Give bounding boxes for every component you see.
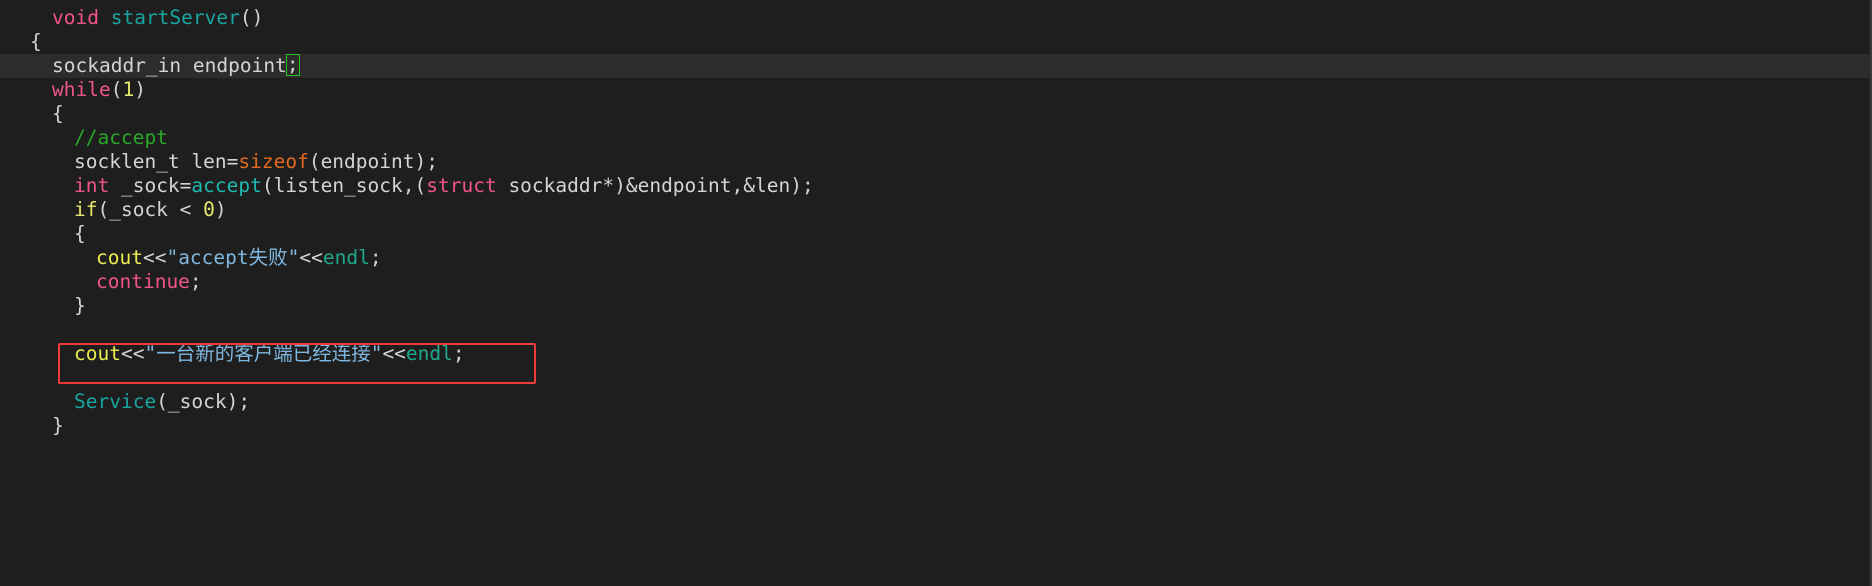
- token-punct: ): [214, 198, 227, 221]
- code-line-18[interactable]: }: [0, 414, 1872, 438]
- code-line-text: int _sock=accept(listen_sock,(struct soc…: [0, 174, 814, 198]
- token-punct: {: [52, 102, 64, 125]
- code-line-17[interactable]: Service(_sock);: [0, 390, 1872, 414]
- code-line-9[interactable]: if(_sock < 0): [0, 198, 1872, 222]
- code-line-16[interactable]: [0, 366, 1872, 390]
- token-punct: <<: [299, 246, 323, 269]
- token-punct: <<: [120, 342, 145, 365]
- code-line-text: //accept: [0, 126, 168, 150]
- token-num: 0: [203, 198, 215, 221]
- code-line-6[interactable]: //accept: [0, 126, 1872, 150]
- token-fn: Service: [74, 390, 157, 413]
- token-plain: socklen_t len=: [74, 150, 239, 173]
- code-line-5[interactable]: {: [0, 102, 1872, 126]
- token-plain: sockaddr_in endpoint: [52, 54, 287, 77]
- token-punct: [191, 198, 203, 221]
- code-line-text: socklen_t len=sizeof(endpoint);: [0, 150, 438, 174]
- code-line-text: {: [0, 102, 64, 126]
- code-line-8[interactable]: int _sock=accept(listen_sock,(struct soc…: [0, 174, 1872, 198]
- token-endl: endl: [322, 246, 370, 269]
- token-num: 1: [122, 78, 135, 101]
- token-bracket-match: ;: [285, 53, 300, 76]
- token-punct: (listen_sock,(: [261, 174, 427, 197]
- code-line-text: cout<<"accept失败"<<endl;: [0, 246, 382, 270]
- token-cout: cout: [96, 246, 143, 269]
- token-punct: <<: [142, 246, 167, 269]
- token-punct: ): [134, 78, 146, 101]
- code-line-text: while(1): [0, 78, 146, 102]
- code-lines-container[interactable]: void startServer(){sockaddr_in endpoint;…: [0, 6, 1872, 438]
- token-punct: ;: [369, 246, 382, 269]
- token-punct: <<: [382, 342, 406, 365]
- token-punct: ;: [189, 270, 202, 293]
- code-line-10[interactable]: {: [0, 222, 1872, 246]
- code-line-text: }: [0, 414, 64, 438]
- token-kw: while: [52, 78, 111, 101]
- token-punct: sockaddr*)&endpoint,&len);: [496, 174, 814, 197]
- code-line-11[interactable]: cout<<"accept失败"<<endl;: [0, 246, 1872, 270]
- code-line-14[interactable]: [0, 318, 1872, 342]
- token-punct: {: [74, 222, 86, 245]
- code-line-text: if(_sock < 0): [0, 198, 227, 222]
- token-kw: struct: [426, 174, 497, 197]
- code-line-4[interactable]: while(1): [0, 78, 1872, 102]
- token-punct: }: [74, 294, 86, 317]
- token-kw2: if: [74, 198, 98, 221]
- token-punct: }: [52, 414, 64, 437]
- code-line-3[interactable]: sockaddr_in endpoint;: [0, 54, 1872, 78]
- code-line-12[interactable]: continue;: [0, 270, 1872, 294]
- token-punct: (): [239, 6, 264, 29]
- code-line-text: Service(_sock);: [0, 390, 250, 414]
- code-line-text: sockaddr_in endpoint;: [0, 53, 300, 78]
- token-punct: (: [110, 78, 123, 101]
- token-punct: (endpoint);: [308, 150, 438, 173]
- token-fn2: accept: [191, 174, 262, 197]
- token-endl: endl: [405, 342, 453, 365]
- token-kw: void: [52, 6, 99, 29]
- token-punct: (_sock);: [156, 390, 251, 413]
- code-editor[interactable]: void startServer(){sockaddr_in endpoint;…: [0, 0, 1872, 586]
- token-fn: startServer: [110, 6, 240, 29]
- code-line-2[interactable]: {: [0, 30, 1872, 54]
- code-line-text: {: [0, 30, 42, 54]
- token-punct: <: [179, 198, 192, 221]
- token-kw: int: [74, 174, 110, 197]
- token-cout: cout: [74, 342, 121, 365]
- code-line-text: {: [0, 222, 86, 246]
- token-punct: (_sock: [97, 198, 180, 221]
- code-line-13[interactable]: }: [0, 294, 1872, 318]
- token-punct: {: [30, 30, 42, 53]
- code-line-text: cout<<"一台新的客户端已经连接"<<endl;: [0, 342, 465, 366]
- code-line-1[interactable]: void startServer(): [0, 6, 1872, 30]
- code-line-text: }: [0, 294, 86, 318]
- token-plain: _sock=: [109, 174, 192, 197]
- code-line-7[interactable]: socklen_t len=sizeof(endpoint);: [0, 150, 1872, 174]
- token-cmt: //accept: [74, 126, 168, 149]
- token-str: "accept失败": [166, 246, 300, 269]
- token-sizeof: sizeof: [238, 150, 309, 173]
- token-kw: continue: [96, 270, 190, 293]
- token-punct: ;: [452, 342, 465, 365]
- code-line-text: continue;: [0, 270, 202, 294]
- code-line-15[interactable]: cout<<"一台新的客户端已经连接"<<endl;: [0, 342, 1872, 366]
- token-str: "一台新的客户端已经连接": [144, 342, 383, 365]
- code-line-text: void startServer(): [0, 6, 263, 30]
